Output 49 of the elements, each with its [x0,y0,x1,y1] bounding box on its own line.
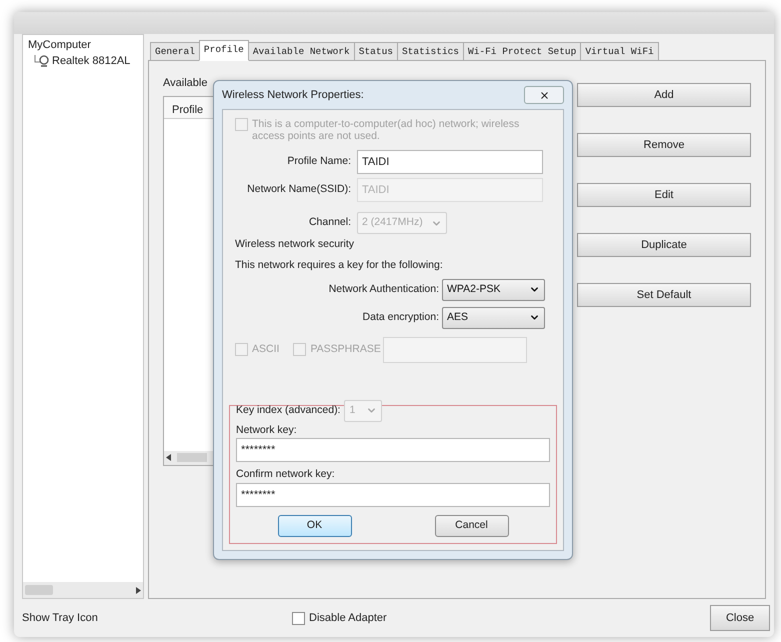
tab[interactable]: Status [354,42,398,61]
tab[interactable]: Statistics [396,42,464,61]
scroll-thumb[interactable] [25,585,53,595]
dropdown[interactable]: AES [442,306,545,328]
list-label: Available [163,76,208,91]
network-adapter-icon [34,54,50,68]
field-label: Network Authentication: [328,282,440,297]
text-field[interactable]: ******** [236,483,550,507]
tree-item[interactable]: Realtek 8812AL [52,53,130,70]
close-icon [538,90,550,100]
cancel-button[interactable]: Cancel [434,515,508,537]
tab[interactable]: Wi-Fi Protect Setup [463,42,582,61]
tab[interactable]: General [150,42,200,61]
field-label: Network Name(SSID): [246,182,352,198]
tab[interactable]: Virtual WiFi [580,42,659,61]
checkbox-label: ASCII [252,342,280,357]
horizontal-scrollbar[interactable] [23,582,143,598]
close-button[interactable]: Close [710,605,770,631]
scroll-left-icon[interactable] [166,454,171,461]
field-label: Confirm network key: [236,467,336,482]
action-button[interactable]: Duplicate [577,233,751,257]
checkbox-label: PASSPHRASE [310,342,381,357]
action-button[interactable]: Remove [577,133,751,157]
ok-button[interactable]: OK [278,515,352,537]
action-button[interactable]: Edit [577,183,751,207]
field-label: Profile Name: [286,154,352,170]
field-label: Data encryption: [362,310,440,325]
checkbox-label: Disable Adapter [309,610,387,626]
tab[interactable]: Available Network [248,42,355,61]
action-button[interactable]: Add [577,83,751,107]
dialog-title: Wireless Network Properties: [222,88,364,103]
field-label: Key index (advanced): [236,402,340,418]
close-button[interactable] [524,86,564,104]
section-note: This network requires a key for the following: [235,258,444,273]
tab[interactable]: Profile [198,40,249,61]
checkbox-label: This is a computer-to-computer(ad hoc) network; wireless access points are not used. [252,118,520,142]
passphrase-field[interactable] [382,336,527,362]
field-label: Network key: [236,422,298,438]
scroll-thumb[interactable] [177,453,207,462]
tree-item[interactable]: MyComputer [28,38,143,53]
tray-option[interactable]: Show Tray Icon [22,610,292,626]
dropdown[interactable]: WPA2-PSK [442,278,545,300]
checkbox[interactable] [292,612,305,624]
field-label: Channel: [308,215,352,230]
action-button[interactable]: Set Default [577,283,751,307]
text-field[interactable]: TAIDI [357,150,543,174]
section-heading: Wireless network security [235,237,356,252]
scroll-right-icon[interactable] [136,586,141,594]
text-field[interactable]: ******** [236,438,550,462]
